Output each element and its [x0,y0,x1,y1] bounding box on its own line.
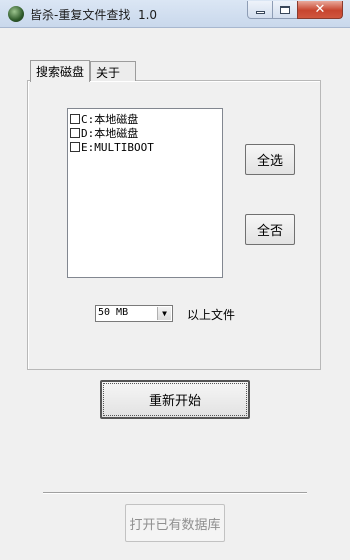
drive-list[interactable]: C:本地磁盘 D:本地磁盘 E:MULTIBOOT [67,108,223,278]
drive-label: E:MULTIBOOT [81,140,154,154]
window-title: 皆杀-重复文件查找 1.0 [30,8,158,22]
separator [43,492,307,494]
size-filter-label: 以上文件 [187,308,236,322]
maximize-icon [280,5,290,14]
close-button[interactable]: ✕ [297,1,343,19]
drive-item-d[interactable]: D:本地磁盘 [70,126,138,140]
chevron-down-icon[interactable]: ▼ [157,307,171,320]
title-bar: 皆杀-重复文件查找 1.0 ✕ [0,0,350,28]
drive-label: D:本地磁盘 [81,127,139,140]
size-dropdown[interactable]: 50 MB ▼ [95,305,173,322]
drive-checkbox[interactable] [70,128,80,138]
drive-checkbox[interactable] [70,142,80,152]
select-all-button[interactable]: 全选 [245,144,295,175]
size-dropdown-value: 50 MB [98,307,129,318]
select-none-button[interactable]: 全否 [245,214,295,245]
minimize-icon [255,10,265,14]
drive-checkbox[interactable] [70,114,80,124]
restart-button[interactable]: 重新开始 [100,380,250,419]
app-icon [8,6,24,22]
maximize-button[interactable] [272,1,298,19]
open-database-button[interactable]: 打开已有数据库 [125,504,225,542]
close-icon: ✕ [314,2,326,17]
minimize-button[interactable] [247,1,273,19]
tab-search-disk[interactable]: 搜索磁盘 [30,60,90,82]
drive-item-c[interactable]: C:本地磁盘 [70,112,138,126]
tab-about[interactable]: 关于 [90,61,136,81]
drive-item-e[interactable]: E:MULTIBOOT [70,140,154,154]
